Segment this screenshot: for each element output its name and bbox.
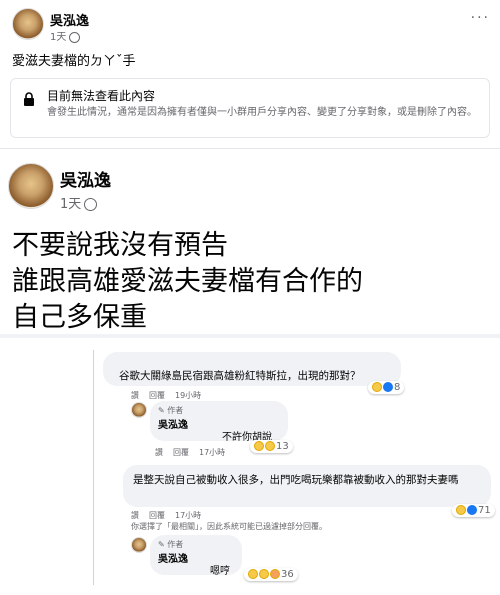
laugh-emoji-icon [248,569,258,579]
post2-author[interactable]: 吳泓逸 [60,166,111,191]
reply-link[interactable]: 回覆 [149,391,165,400]
like-link[interactable]: 讚 [131,511,139,520]
reply-author[interactable]: 吳泓逸 [158,550,188,565]
comment-text: 是整天說自己被動收入很多，出門吃喝玩樂都靠被動收入的那對夫妻嗎 [133,474,459,486]
comment-actions: 讚 回覆 17小時 [131,510,211,521]
post2-line-2: 誰跟高雄愛滋夫妻檔有合作的 [12,266,363,297]
lock-icon [23,91,35,106]
post1-text: 愛滋夫妻檔的ㄉㄚˇ手 [12,54,136,69]
like-link[interactable]: 讚 [155,448,163,457]
reaction-count[interactable]: 8 [368,381,405,394]
comment-actions: 讚 回覆 19小時 [131,390,211,401]
post2-line-3: 自己多保重 [12,302,147,333]
comment-text: 谷歌大關綠島民宿跟高雄粉紅特斯拉，出現的那對？ [119,370,361,382]
laugh-emoji-icon [372,382,382,392]
wow-emoji-icon [259,569,269,579]
more-options-icon[interactable]: ··· [471,10,490,26]
reply-bubble: ✎ 作者 吳泓逸 嗯哼 [150,535,242,577]
post1-timestamp[interactable]: 1天 [50,28,81,43]
post2-timestamp[interactable]: 1天 [60,193,98,212]
reaction-count[interactable]: 71 [452,504,495,517]
reply-bubble: ✎ 作者 吳泓逸 不許你胡說 [150,401,288,443]
unavailable-body: 會發生此情況，通常是因為擁有者僅與一小群用戶分享內容、變更了分享對象，或是刪除了… [47,107,477,118]
filter-notice: 你選擇了「最相關」，因此系統可能已過濾掉部分回覆。 [131,522,327,531]
comment-bubble: 谷歌大關綠島民宿跟高雄粉紅特斯拉，出現的那對？ [103,352,401,386]
post2-avatar[interactable] [8,163,54,209]
reply-author[interactable]: 吳泓逸 [158,416,188,431]
author-badge: ✎ 作者 [158,406,184,415]
like-reaction-icon [383,382,393,392]
comment-time[interactable]: 17小時 [175,511,201,520]
unavailable-content-card: 目前無法查看此內容 會發生此情況，通常是因為擁有者僅與一小群用戶分享內容、變更了… [10,78,490,138]
reply-text: 嗯哼 [210,566,230,577]
reaction-count[interactable]: 36 [244,568,298,581]
reply-avatar[interactable] [131,402,147,418]
post1-avatar[interactable] [12,8,44,40]
like-link[interactable]: 讚 [131,391,139,400]
comment-bubble: 是整天說自己被動收入很多，出門吃喝玩樂都靠被動收入的那對夫妻嗎 [123,465,491,507]
post2-line-1: 不要說我沒有預告 [12,230,228,261]
laugh-emoji-icon [254,441,264,451]
reply-link[interactable]: 回覆 [173,448,189,457]
reply-avatar[interactable] [131,537,147,553]
thread-line [93,350,94,585]
wow-emoji-icon [265,441,275,451]
globe-icon [84,198,98,211]
divider [0,148,500,149]
angry-emoji-icon [270,569,280,579]
divider [0,334,500,338]
like-reaction-icon [467,505,477,515]
reaction-count[interactable]: 13 [250,440,293,453]
reply-time[interactable]: 17小時 [199,448,225,457]
author-badge: ✎ 作者 [158,540,184,549]
post2-time[interactable]: 1天 [60,197,81,212]
post1-author[interactable]: 吳泓逸 [50,10,89,29]
unavailable-title: 目前無法查看此內容 [47,89,156,103]
laugh-emoji-icon [456,505,466,515]
reply-link[interactable]: 回覆 [149,511,165,520]
comment-time[interactable]: 19小時 [175,391,201,400]
post1-time[interactable]: 1天 [50,32,66,43]
globe-icon [69,31,81,43]
reply-actions: 讚 回覆 17小時 [155,447,235,458]
